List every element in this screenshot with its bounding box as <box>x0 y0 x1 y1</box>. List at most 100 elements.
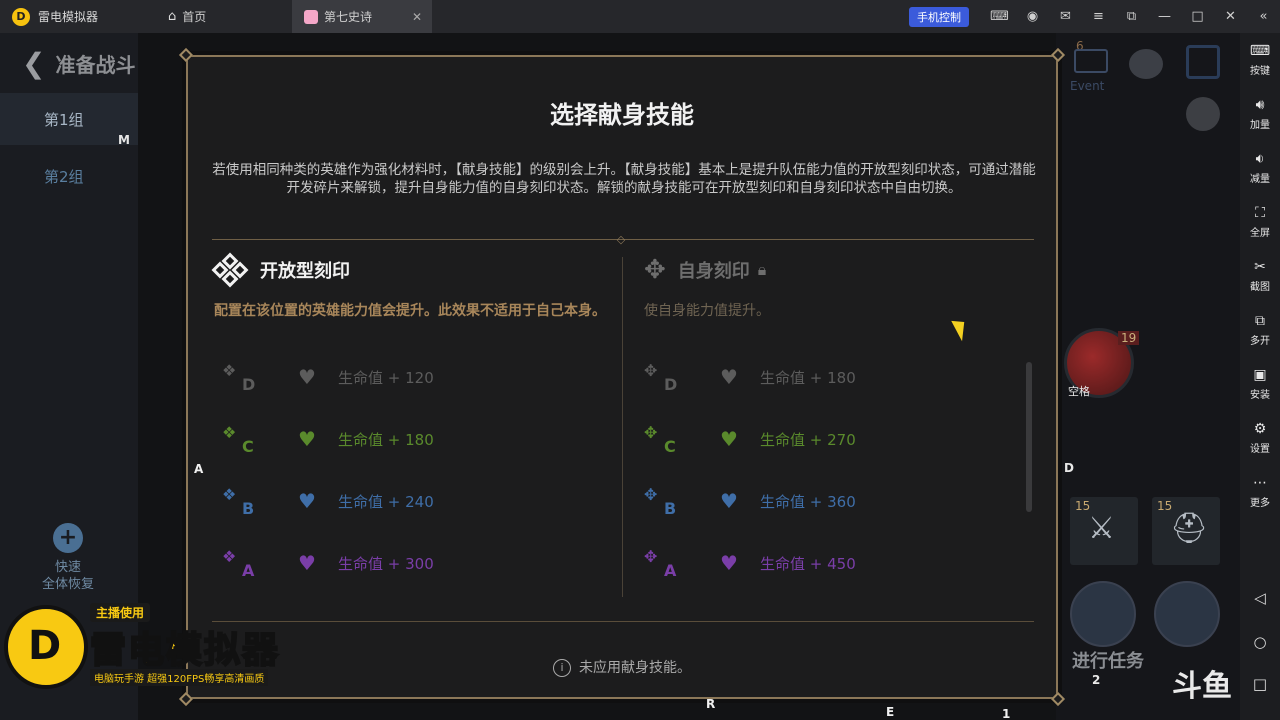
companion-slot-1[interactable] <box>1070 581 1136 647</box>
column-divider <box>622 257 623 597</box>
heart-icon: ♥ <box>298 365 316 389</box>
self-imprint-header[interactable]: ✥ 自身刻印 🔒︎ <box>644 255 766 285</box>
sidebar-item-screenshot[interactable]: ✂ 截图 <box>1240 249 1280 303</box>
divider-ornament: ◇ <box>616 233 626 246</box>
open-imprint-desc: 配置在该位置的英雄能力值会提升。此效果不适用于自己本身。 <box>214 303 606 319</box>
game-viewport: ❮ 准备战斗 第1组 第2组 M + 快速 全体恢复 6 Event 19 空格… <box>0 33 1240 720</box>
companion-slot-2[interactable] <box>1154 581 1220 647</box>
gamepad-icon[interactable]: ⌨ <box>983 9 1016 24</box>
devotion-skill-dialog: 选择献身技能 若使用相同种类的英雄作为强化材料时，【献身技能】的级别会上升。【献… <box>178 47 1066 720</box>
quick-restore-button[interactable]: + 快速 全体恢复 <box>30 523 106 593</box>
heart-icon: ♥ <box>720 365 738 389</box>
keymap-label-r: R <box>706 697 716 711</box>
tab-close-icon[interactable]: ✕ <box>412 10 422 24</box>
sidebar-item-volume-up[interactable]: 🔊︎ 加量 <box>1240 87 1280 141</box>
dialog-description: 若使用相同种类的英雄作为强化材料时，【献身技能】的级别会上升。【献身技能】基本上… <box>212 162 1036 196</box>
sidebar-item-more[interactable]: ⋯ 更多 <box>1240 465 1280 519</box>
stat-value: 生命值 + 120 <box>338 368 434 387</box>
rank-c-icon: ❖ C <box>222 423 254 456</box>
stat-value: 生命值 + 360 <box>760 492 856 511</box>
footer-note: i 未应用献身技能。 <box>188 657 1056 677</box>
open-row-b: ❖ B ♥ 生命值 + 240 <box>218 481 434 521</box>
lock-icon: 🔒︎ <box>757 260 767 279</box>
hero-level-badge: 19 <box>1118 331 1140 345</box>
menu-icon[interactable]: ≡ <box>1082 9 1115 24</box>
sidebar-item-settings[interactable]: ⚙ 设置 <box>1240 411 1280 465</box>
self-row-c: ✥ C ♥ 生命值 + 270 <box>640 419 856 459</box>
sidebar-item-volume-down[interactable]: 🔉︎ 减量 <box>1240 141 1280 195</box>
keymap-label-2: 2 <box>1092 673 1101 687</box>
heart-icon: ♥ <box>298 551 316 575</box>
heart-icon: ♥ <box>720 551 738 575</box>
keymap-label-e: E <box>886 705 895 719</box>
sidebar-item-multi[interactable]: ⧉ 多开 <box>1240 303 1280 357</box>
phone-control-button[interactable]: 手机控制 <box>909 6 969 27</box>
nav-recent-icon[interactable]: □ <box>1240 675 1280 693</box>
minimize-icon[interactable]: — <box>1148 9 1181 24</box>
nav-home-icon[interactable]: ○ <box>1240 633 1280 651</box>
rank-d-icon: ❖ D <box>222 361 256 394</box>
more-icon: ⋯ <box>1253 475 1267 491</box>
emulator-watermark: D 主播使用 雷电模拟器 电脑玩手游 超强120FPS畅享高清画质 <box>0 601 310 720</box>
footer-note-text: 未应用献身技能。 <box>579 660 691 676</box>
back-arrow-icon: ❮ <box>22 47 46 80</box>
helmet-icon: ⛑ <box>1170 511 1209 546</box>
equip-slot-weapon[interactable]: 15 ⚔ <box>1070 497 1138 565</box>
titlebar-controls: 手机控制 ⌨ ◉ ✉ ≡ ⧉ — □ ✕ « <box>909 0 1280 33</box>
close-icon[interactable]: ✕ <box>1214 9 1247 24</box>
scrollbar[interactable] <box>1026 362 1032 512</box>
game-icon <box>304 9 318 24</box>
multi-instance-icon: ⧉ <box>1255 313 1265 329</box>
grid-menu-icon[interactable] <box>1186 45 1220 79</box>
tab-game[interactable]: 第七史诗 ✕ <box>292 0 432 33</box>
rank-b-icon: ❖ B <box>222 485 255 518</box>
sidebar-item-install[interactable]: ▣ 安装 <box>1240 357 1280 411</box>
task-button-label[interactable]: 进行任务 <box>1072 647 1144 673</box>
watermark-title: 雷电模拟器 <box>89 629 281 672</box>
rank-d-icon: ✥ D <box>644 361 678 394</box>
chat-icon[interactable] <box>1129 49 1163 79</box>
volume-down-icon: 🔉︎ <box>1255 151 1265 167</box>
settings-icon: ⚙ <box>1253 421 1267 437</box>
account-icon[interactable]: ◉ <box>1016 9 1049 24</box>
rank-a-icon: ✥ A <box>644 547 677 580</box>
group-tab-2[interactable]: 第2组 <box>0 150 138 202</box>
skull-icon[interactable] <box>1186 97 1220 131</box>
keymap-label-m: M <box>118 133 130 147</box>
tab-home[interactable]: ⌂ 首页 <box>156 0 292 33</box>
self-row-b: ✥ B ♥ 生命值 + 360 <box>640 481 856 521</box>
sidebar-item-keymap[interactable]: ⌨ 按键 <box>1240 33 1280 87</box>
collapse-icon[interactable]: « <box>1247 9 1280 24</box>
keyboard-icon: ⌨ <box>1249 43 1271 59</box>
open-imprint-icon <box>211 252 249 288</box>
info-icon: i <box>553 659 571 677</box>
sidebar-item-fullscreen[interactable]: ⛶ 全屏 <box>1240 195 1280 249</box>
open-row-d: ❖ D ♥ 生命值 + 120 <box>218 357 434 397</box>
back-button[interactable]: ❮ 准备战斗 <box>22 47 135 80</box>
scissors-icon: ✂ <box>1254 259 1266 275</box>
open-row-a: ❖ A ♥ 生命值 + 300 <box>218 543 434 583</box>
stat-value: 生命值 + 450 <box>760 554 856 573</box>
fullscreen-icon: ⛶ <box>1255 205 1265 221</box>
corner-ornament <box>178 47 194 63</box>
mail-icon[interactable]: ✉ <box>1049 9 1082 24</box>
open-row-c: ❖ C ♥ 生命值 + 180 <box>218 419 434 459</box>
nav-back-icon[interactable]: ◁ <box>1240 589 1280 607</box>
home-icon: ⌂ <box>168 9 177 24</box>
watermark-subtitle: 电脑玩手游 超强120FPS畅享高清画质 <box>90 669 269 686</box>
heart-icon: ♥ <box>298 489 316 513</box>
open-imprint-header[interactable]: 开放型刻印 <box>211 252 350 288</box>
rank-b-icon: ✥ B <box>644 485 677 518</box>
heart-icon: ♥ <box>720 427 738 451</box>
equip-slot-helmet[interactable]: 15 ⛑ <box>1152 497 1220 565</box>
popout-icon[interactable]: ⧉ <box>1115 9 1148 24</box>
self-imprint-icon: ✥ <box>644 255 666 285</box>
open-imprint-title: 开放型刻印 <box>260 261 350 282</box>
stat-value: 生命值 + 240 <box>338 492 434 511</box>
title-bar: D 雷电模拟器 ⌂ 首页 第七史诗 ✕ 手机控制 ⌨ ◉ ✉ ≡ ⧉ — □ ✕… <box>0 0 1280 33</box>
plus-icon: + <box>53 523 83 553</box>
emulator-sidebar: ⌨ 按键 🔊︎ 加量 🔉︎ 减量 ⛶ 全屏 ✂ 截图 ⧉ 多开 ▣ 安装 ⚙ 设置 ⋯ 更多 ◁ … <box>1240 33 1280 720</box>
app-logo-icon: D <box>12 7 30 26</box>
event-mail-icon[interactable] <box>1074 49 1108 73</box>
maximize-icon[interactable]: □ <box>1181 9 1214 24</box>
